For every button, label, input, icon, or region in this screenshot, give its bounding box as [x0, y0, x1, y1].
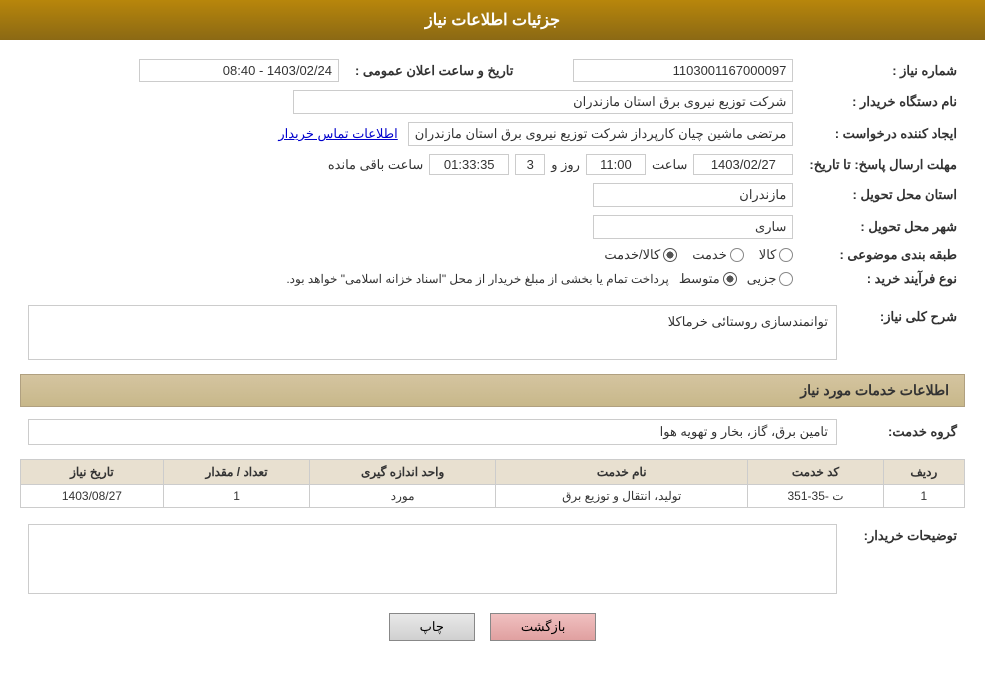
cell-radif: 1	[883, 485, 964, 508]
radio-khedmat-circle	[730, 248, 744, 262]
print-button[interactable]: چاپ	[389, 613, 475, 641]
back-button[interactable]: بازگشت	[490, 613, 596, 641]
mohlat-mande-value: 01:33:35	[429, 154, 509, 175]
radio-kala: کالا	[759, 247, 794, 263]
services-table: ردیف کد خدمت نام خدمت واحد اندازه گیری ت…	[20, 459, 965, 508]
mohlat-saat-label: ساعت	[652, 157, 687, 173]
tozihat-box	[28, 524, 837, 594]
goroh-value: تامین برق، گاز، بخار و تهویه هوا	[28, 419, 837, 445]
mohlat-mande-label: ساعت باقی مانده	[328, 157, 423, 173]
ijadKonande-label: ایجاد کننده درخواست :	[801, 118, 965, 150]
noefarayand-text: پرداخت تمام یا بخشی از مبلغ خریدار از مح…	[286, 272, 669, 286]
radio-khedmat: خدمت	[692, 247, 744, 263]
ostan-label: استان محل تحویل :	[801, 179, 965, 211]
namDastgah-value: شرکت توزیع نیروی برق استان مازندران	[293, 90, 793, 114]
radio-kala-circle	[779, 248, 793, 262]
col-kod: کد خدمت	[748, 460, 883, 485]
sharhKoli-label: شرح کلی نیاز:	[880, 309, 957, 324]
mohlat-roz-label: روز و	[551, 157, 580, 173]
sharhKoli-value: توانمندسازی روستائی خرماکلا	[28, 305, 837, 360]
shomareNiaz-label: شماره نیاز :	[801, 55, 965, 86]
radio-kala-khedmat-label: کالا/خدمت	[604, 247, 660, 263]
tamas-link[interactable]: اطلاعات تماس خریدار	[278, 126, 397, 142]
noefarayand-label: نوع فرآیند خرید :	[801, 267, 965, 291]
col-radif: ردیف	[883, 460, 964, 485]
page-header: جزئیات اطلاعات نیاز	[0, 0, 985, 40]
goroh-label: گروه خدمت:	[845, 415, 965, 449]
radio-kala-khedmat-circle	[663, 248, 677, 262]
mohlat-roz-value: 3	[515, 154, 545, 175]
radio-jozyi-circle	[779, 272, 793, 286]
radio-motawaset: متوسط	[679, 271, 737, 287]
button-row: بازگشت چاپ	[20, 613, 965, 661]
tabaqe-label: طبقه بندی موضوعی :	[801, 243, 965, 267]
shomareNiaz-value: 1103001167000097	[573, 59, 793, 82]
header-title: جزئیات اطلاعات نیاز	[425, 12, 560, 29]
table-row: 1ت -35-351تولید، انتقال و توزیع برقمورد1…	[21, 485, 965, 508]
namDastgah-label: نام دستگاه خریدار :	[801, 86, 965, 118]
col-vahed: واحد اندازه گیری	[310, 460, 496, 485]
col-tedad: تعداد / مقدار	[163, 460, 309, 485]
radio-motawaset-label: متوسط	[679, 271, 720, 287]
mohlat-label: مهلت ارسال پاسخ: تا تاریخ:	[801, 150, 965, 179]
tarikhAlan-label: تاریخ و ساعت اعلان عمومی :	[347, 55, 521, 86]
shahr-value: ساری	[593, 215, 793, 239]
radio-khedmat-label: خدمت	[692, 247, 727, 263]
col-nam: نام خدمت	[496, 460, 748, 485]
shahr-label: شهر محل تحویل :	[801, 211, 965, 243]
cell-vahed: مورد	[310, 485, 496, 508]
ijadKonande-value: مرتضی ماشین چیان کارپرداز شرکت توزیع نیر…	[408, 122, 794, 146]
mohlat-saat-value: 11:00	[586, 154, 646, 175]
tozihat-label: توضیحات خریدار:	[864, 528, 957, 543]
cell-kod: ت -35-351	[748, 485, 883, 508]
mohlat-date: 1403/02/27	[693, 154, 793, 175]
radio-jozyi-label: جزیی	[747, 271, 777, 287]
ostan-value: مازندران	[593, 183, 793, 207]
radio-motawaset-circle	[723, 272, 737, 286]
cell-tedad: 1	[163, 485, 309, 508]
radio-jozyi: جزیی	[747, 271, 794, 287]
radio-kala-khedmat: کالا/خدمت	[604, 247, 677, 263]
khadamat-section-title: اطلاعات خدمات مورد نیاز	[20, 374, 965, 407]
col-tarikh: تاریخ نیاز	[21, 460, 164, 485]
cell-nam: تولید، انتقال و توزیع برق	[496, 485, 748, 508]
tarikhAlan-value: 1403/02/24 - 08:40	[139, 59, 339, 82]
cell-tarikh: 1403/08/27	[21, 485, 164, 508]
radio-kala-label: کالا	[759, 247, 777, 263]
